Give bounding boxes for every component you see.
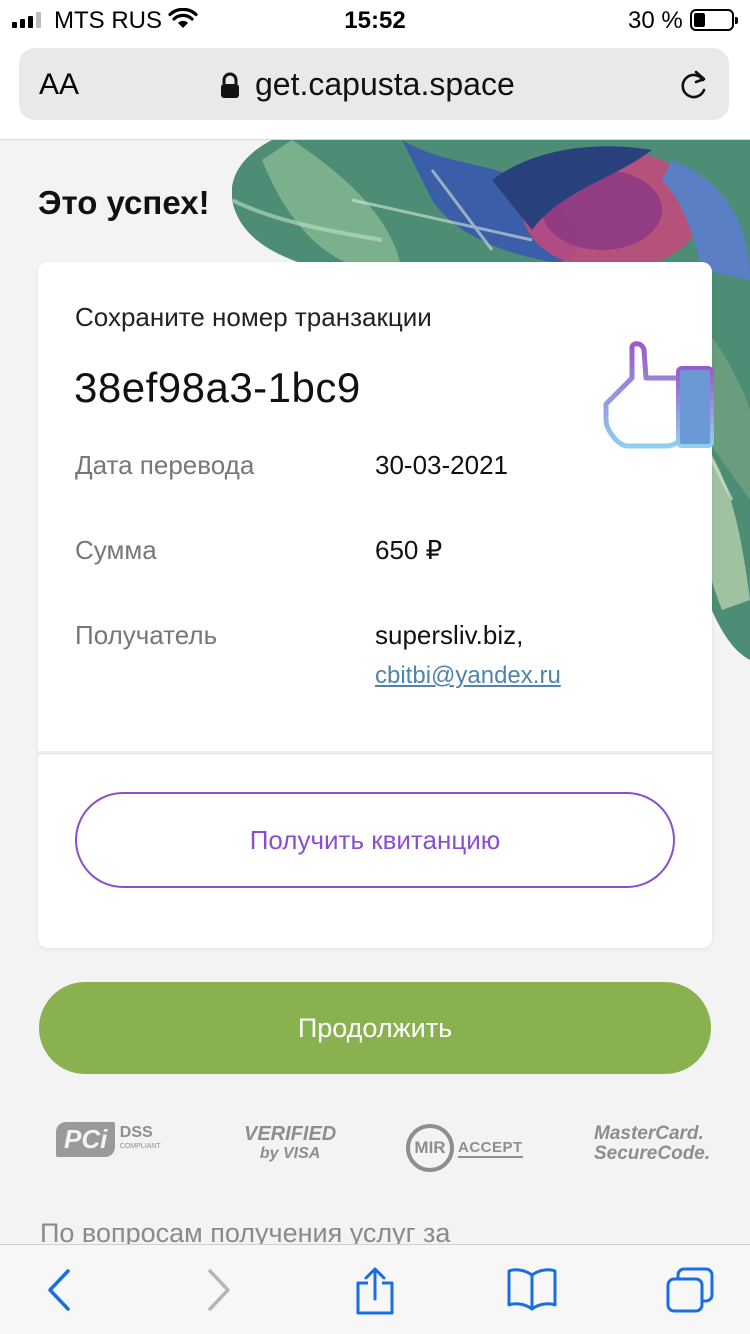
get-receipt-button[interactable]: Получить квитанцию — [75, 792, 675, 888]
transfer-date-label: Дата перевода — [75, 450, 255, 480]
card-divider — [38, 751, 712, 755]
reload-icon[interactable] — [677, 68, 709, 102]
verified-by-visa-logo: VERIFIED by VISA — [244, 1124, 336, 1164]
browser-toolbar — [0, 1244, 750, 1334]
tabs-icon[interactable] — [666, 1267, 714, 1313]
status-bar: MTS RUS 15:52 30 % — [0, 0, 750, 40]
mastercard-securecode-logo: MasterCard. SecureCode. — [594, 1124, 710, 1164]
msc-line1: MasterCard. — [594, 1123, 704, 1144]
pci-compliant-text: COMPLIANT — [119, 1142, 161, 1150]
lock-icon — [221, 72, 239, 98]
mir-accept-text: ACCEPT — [458, 1138, 523, 1158]
vbv-line1: VERIFIED — [244, 1123, 337, 1145]
battery-percent: 30 % — [628, 7, 683, 34]
battery-icon — [690, 9, 738, 31]
browser-address-area: AA get.capusta.space — [0, 40, 750, 140]
transaction-id: 38ef98a3-1bc9 — [74, 364, 361, 411]
recipient-email-link[interactable]: cbitbi@yandex.ru — [375, 662, 561, 690]
pci-dss-logo: PCi DSS COMPLIANT — [56, 1122, 161, 1157]
transfer-date-value: 30-03-2021 — [375, 450, 508, 480]
amount-label: Сумма — [75, 535, 157, 565]
thumbs-up-icon — [603, 341, 714, 449]
security-logos: PCi DSS COMPLIANT VERIFIED by VISA MIR A… — [0, 1118, 750, 1178]
share-icon[interactable] — [354, 1267, 396, 1315]
back-icon[interactable] — [44, 1267, 74, 1313]
mir-ring: MIR — [406, 1124, 454, 1172]
msc-line2: SecureCode. — [594, 1143, 711, 1164]
bookmarks-icon[interactable] — [506, 1267, 558, 1311]
continue-button[interactable]: Продолжить — [39, 982, 711, 1074]
transaction-card: Сохраните номер транзакции 38ef98a3-1bc9… — [38, 262, 714, 948]
forward-icon[interactable] — [204, 1267, 234, 1313]
page-title: Это успех! — [38, 184, 210, 221]
recipient-value: supersliv.biz, — [375, 620, 524, 650]
amount-value: 650 ₽ — [375, 535, 443, 565]
recipient-label: Получатель — [75, 620, 218, 650]
url-text[interactable]: get.capusta.space — [255, 66, 515, 103]
mir-accept-logo: MIR ACCEPT — [406, 1124, 523, 1172]
text-size-button[interactable]: AA — [39, 68, 79, 102]
address-bar[interactable]: AA get.capusta.space — [19, 48, 729, 120]
pci-box: PCi — [56, 1122, 116, 1157]
pci-dss-text: DSS — [119, 1123, 153, 1141]
vbv-line2: by VISA — [259, 1145, 321, 1162]
save-transaction-label: Сохраните номер транзакции — [75, 302, 432, 332]
